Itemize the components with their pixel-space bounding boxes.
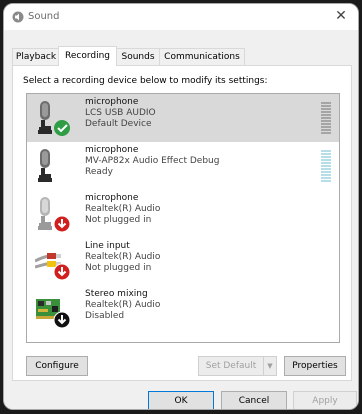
device-item[interactable]: microphone LCS USB AUDIO Default Device <box>27 94 339 142</box>
properties-button[interactable]: Properties <box>284 356 346 376</box>
device-status: Not plugged in <box>85 263 152 273</box>
device-driver: Realtek(R) Audio <box>85 300 161 310</box>
red-down-arrow-badge <box>53 263 71 281</box>
tab-communications[interactable]: Communications <box>159 48 245 65</box>
device-driver: MV-AP82x Audio Effect Debug <box>85 156 220 166</box>
device-status: Default Device <box>85 119 152 129</box>
apply-button[interactable]: Apply <box>293 391 357 409</box>
ok-button[interactable]: OK <box>148 391 214 409</box>
device-driver: Realtek(R) Audio <box>85 204 161 214</box>
device-driver: Realtek(R) Audio <box>85 252 161 262</box>
microphone-gray-icon <box>38 197 71 233</box>
speaker-icon <box>12 11 24 23</box>
recording-panel: Select a recording device below to modif… <box>12 65 352 381</box>
tab-recording[interactable]: Recording <box>58 46 117 66</box>
dialog-body: Playback Recording Sounds Communications… <box>4 30 358 409</box>
device-status: Disabled <box>85 311 125 321</box>
device-driver: LCS USB AUDIO <box>85 108 156 118</box>
title-bar: Sound ✕ <box>4 4 358 30</box>
instructions-text: Select a recording device below to modif… <box>23 76 268 86</box>
device-item[interactable]: microphone Realtek(R) Audio Not plugged … <box>27 190 339 238</box>
sound-dialog: Sound ✕ Playback Recording Sounds Commun… <box>3 3 359 410</box>
window-title: Sound <box>28 11 60 22</box>
cancel-button[interactable]: Cancel <box>221 391 287 409</box>
tab-playback[interactable]: Playback <box>12 48 60 65</box>
tab-sounds[interactable]: Sounds <box>115 48 161 65</box>
device-status: Not plugged in <box>85 215 152 225</box>
device-item[interactable]: Line input Realtek(R) Audio Not plugged … <box>27 238 339 286</box>
sound-card-icon <box>36 299 71 329</box>
level-meter <box>321 150 331 182</box>
device-status: Ready <box>85 167 113 177</box>
device-name: Stereo mixing <box>85 289 148 299</box>
close-button[interactable]: ✕ <box>324 4 358 30</box>
set-default-button[interactable]: Set Default <box>198 356 264 376</box>
red-down-arrow-badge <box>53 215 71 233</box>
device-item[interactable]: Stereo mixing Realtek(R) Audio Disabled <box>27 286 339 334</box>
black-down-arrow-badge <box>53 311 71 329</box>
device-list[interactable]: microphone LCS USB AUDIO Default Device <box>26 93 340 343</box>
device-item[interactable]: microphone MV-AP82x Audio Effect Debug R… <box>27 142 339 190</box>
device-name: Line input <box>85 241 130 251</box>
level-meter <box>321 102 331 134</box>
device-name: microphone <box>85 97 139 107</box>
microphone-icon <box>38 149 52 182</box>
device-name: microphone <box>85 193 139 203</box>
device-name: microphone <box>85 145 139 155</box>
set-default-dropdown[interactable]: ▼ <box>263 356 277 376</box>
configure-button[interactable]: Configure <box>26 356 88 376</box>
microphone-icon <box>38 101 70 136</box>
green-check-badge <box>54 120 70 136</box>
line-input-cable-icon <box>35 253 71 281</box>
